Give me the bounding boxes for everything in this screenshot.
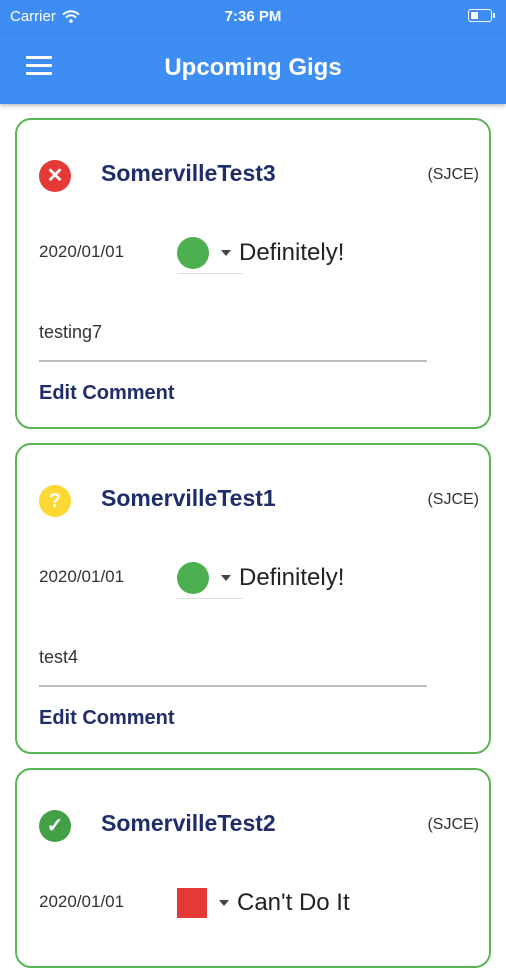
status-time: 7:36 PM xyxy=(224,8,282,25)
rsvp-dropdown[interactable]: Can't Do It xyxy=(177,883,350,923)
gig-card: ✕ SomervilleTest3 (SJCE) 2020/01/01 Defi… xyxy=(15,118,491,429)
gig-title: SomervilleTest1 xyxy=(101,485,276,511)
page-title: Upcoming Gigs xyxy=(164,54,342,81)
gig-card: ✓ SomervilleTest2 (SJCE) 2020/01/01 Can'… xyxy=(15,768,491,968)
rsvp-status-dot-icon xyxy=(177,562,209,594)
edit-comment-button[interactable]: Edit Comment xyxy=(39,382,175,405)
x-circle-icon: ✕ xyxy=(39,160,71,192)
edit-comment-button[interactable]: Edit Comment xyxy=(39,707,175,730)
app-bar: Upcoming Gigs xyxy=(0,34,506,104)
chevron-down-icon xyxy=(219,900,229,906)
gig-title: SomervilleTest3 xyxy=(101,160,276,186)
comment-field[interactable]: test4 xyxy=(39,643,427,687)
battery-icon xyxy=(468,9,495,22)
comment-text: test4 xyxy=(39,647,79,667)
chevron-down-icon xyxy=(221,250,231,256)
comment-text: testing7 xyxy=(39,322,103,342)
rsvp-underline xyxy=(177,598,243,599)
chevron-down-icon xyxy=(221,575,231,581)
gig-date: 2020/01/01 xyxy=(39,242,125,261)
gig-date: 2020/01/01 xyxy=(39,892,125,911)
question-circle-icon: ? xyxy=(39,485,71,517)
gig-venue: (SJCE) xyxy=(427,491,479,508)
gig-venue: (SJCE) xyxy=(427,166,479,183)
rsvp-status-dot-icon xyxy=(177,237,209,269)
check-circle-icon: ✓ xyxy=(39,810,71,842)
gig-date: 2020/01/01 xyxy=(39,567,125,586)
rsvp-dropdown[interactable]: Definitely! xyxy=(177,233,344,273)
gig-venue: (SJCE) xyxy=(427,816,479,833)
rsvp-dropdown[interactable]: Definitely! xyxy=(177,558,344,598)
gig-card: ? SomervilleTest1 (SJCE) 2020/01/01 Defi… xyxy=(15,443,491,754)
comment-field[interactable]: testing7 xyxy=(39,318,427,362)
rsvp-label: Definitely! xyxy=(239,239,345,266)
rsvp-status-square-icon xyxy=(177,888,207,918)
rsvp-label: Can't Do It xyxy=(237,889,350,916)
rsvp-label: Definitely! xyxy=(239,564,345,591)
status-bar: Carrier 7:36 PM xyxy=(0,0,506,34)
gig-title: SomervilleTest2 xyxy=(101,810,276,836)
rsvp-underline xyxy=(177,273,243,274)
